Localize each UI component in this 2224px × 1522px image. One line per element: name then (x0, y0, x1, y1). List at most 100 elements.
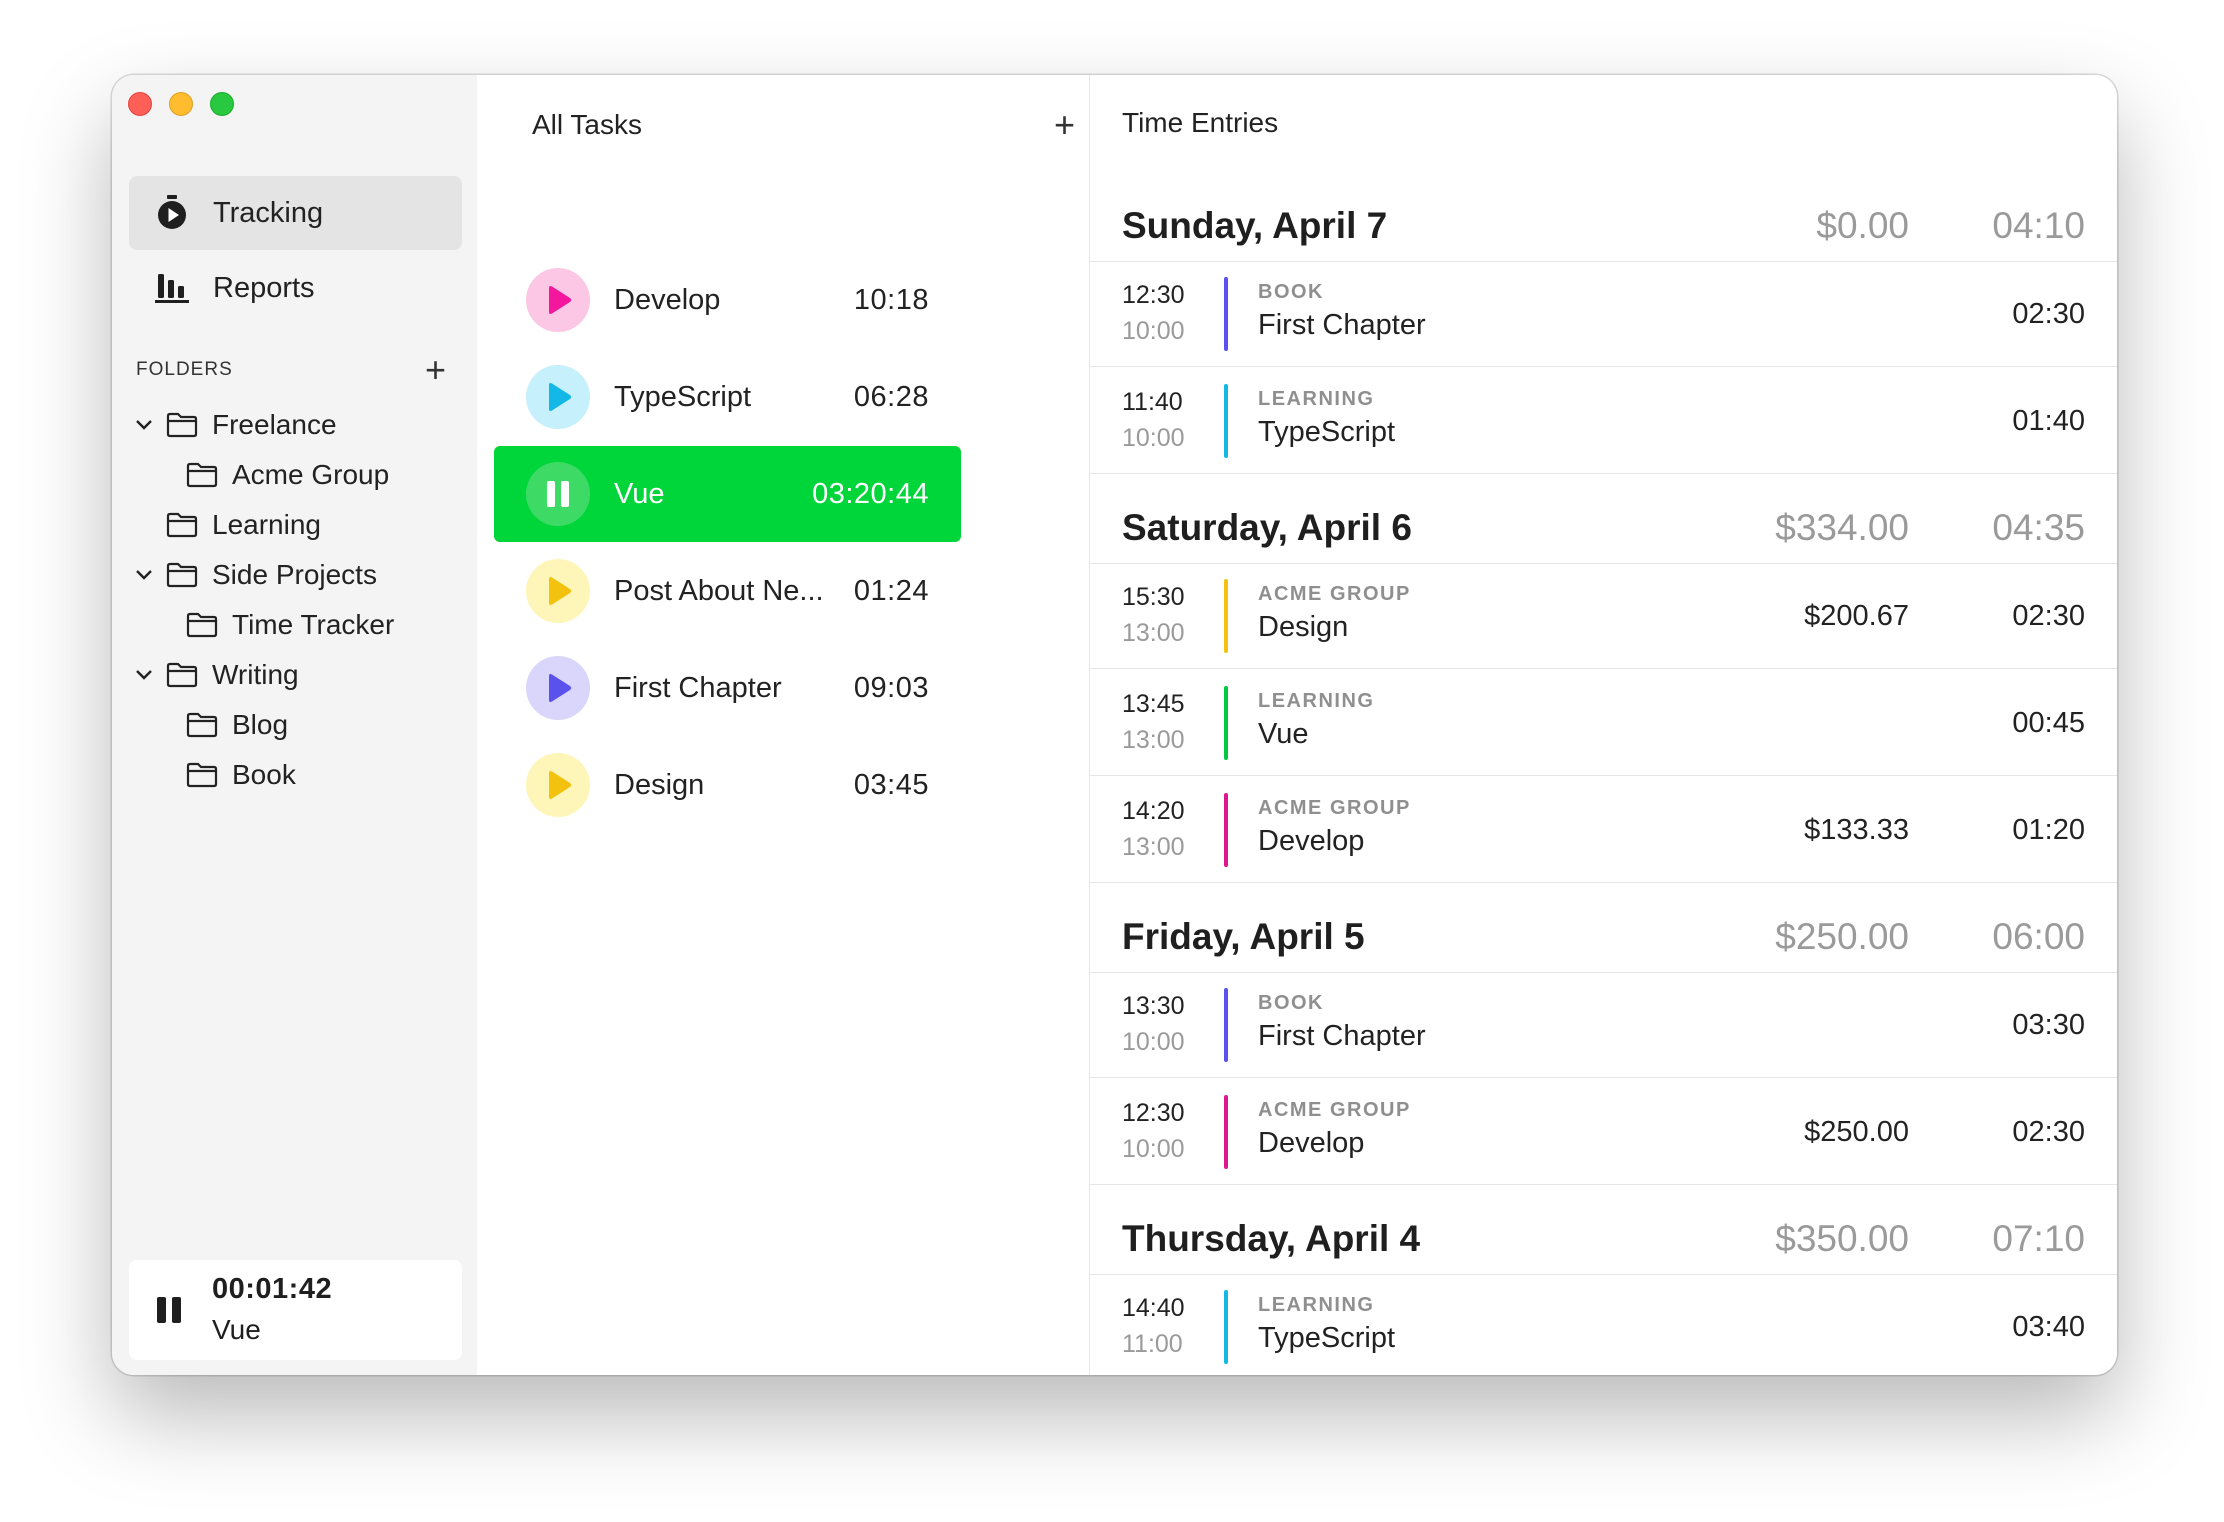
day-header: Thursday, April 4 $350.00 07:10 (1090, 1204, 2117, 1275)
folders-header: FOLDERS + (136, 350, 446, 390)
time-entry-row[interactable]: 14:20 13:00 ACME GROUP Develop $133.33 01:20 (1090, 777, 2117, 883)
app-window: Tracking Reports FOLDERS + Freelance Acm… (112, 75, 2117, 1375)
day-total: 07:10 (1992, 1218, 2085, 1259)
entry-duration: 02:30 (2012, 298, 2085, 330)
entry-task: Develop (1258, 1127, 1365, 1159)
play-icon (549, 286, 572, 314)
entry-folder: ACME GROUP (1258, 1099, 1411, 1121)
stopwatch-icon (153, 194, 191, 232)
folder-item-writing[interactable]: Writing (132, 653, 299, 697)
time-entry-row[interactable]: 14:40 11:00 LEARNING TypeScript 03:40 (1090, 1274, 2117, 1375)
folder-item-acme-group[interactable]: Acme Group (186, 453, 389, 497)
minimize-window-button[interactable] (169, 92, 193, 116)
entry-start-time: 10:00 (1122, 317, 1185, 345)
folder-icon (166, 411, 198, 439)
folder-label: Freelance (212, 409, 337, 440)
entry-duration: 00:45 (2012, 707, 2085, 739)
entry-color-bar (1224, 1095, 1228, 1169)
folder-item-learning[interactable]: Learning (166, 503, 321, 547)
folder-item-side-projects[interactable]: Side Projects (132, 553, 377, 597)
folder-label: Blog (232, 709, 289, 740)
folder-label: Side Projects (212, 559, 377, 590)
task-row[interactable]: Post About Ne... 01:24 (494, 543, 961, 639)
entry-color-bar (1224, 579, 1228, 653)
entry-color-bar (1224, 988, 1228, 1062)
entry-end-time: 13:30 (1122, 992, 1185, 1020)
mini-timer[interactable]: 00:01:42 Vue (129, 1260, 462, 1360)
time-entry-row[interactable]: 13:45 13:00 LEARNING Vue 00:45 (1090, 670, 2117, 776)
nav-item-reports[interactable]: Reports (129, 251, 462, 325)
entry-task: Vue (1258, 718, 1309, 750)
entry-folder: ACME GROUP (1258, 583, 1411, 605)
play-icon (549, 577, 572, 605)
folder-item-blog[interactable]: Blog (186, 703, 288, 747)
folder-label: Book (232, 759, 296, 790)
task-row[interactable]: Vue 03:20:44 (494, 446, 961, 542)
task-name: Post About Ne... (614, 574, 824, 607)
chevron-down-icon[interactable] (132, 663, 156, 687)
entry-folder: LEARNING (1258, 690, 1375, 712)
task-row[interactable]: First Chapter 09:03 (494, 640, 961, 736)
time-entry-row[interactable]: 12:30 10:00 BOOK First Chapter 02:30 (1090, 261, 2117, 367)
folder-label: Time Tracker (232, 609, 395, 640)
nav-item-label: Tracking (213, 196, 324, 229)
time-entry-row[interactable]: 11:40 10:00 LEARNING TypeScript 01:40 (1090, 368, 2117, 474)
entry-task: First Chapter (1258, 1020, 1426, 1052)
task-row[interactable]: TypeScript 06:28 (494, 349, 961, 445)
task-row[interactable]: Design 03:45 (494, 737, 961, 833)
play-button[interactable] (526, 559, 590, 623)
folder-item-freelance[interactable]: Freelance (132, 403, 337, 447)
time-entry-row[interactable]: 12:30 10:00 ACME GROUP Develop $250.00 02:30 (1090, 1079, 2117, 1185)
day-date: Sunday, April 7 (1122, 205, 1388, 246)
entry-task: TypeScript (1258, 1322, 1395, 1354)
sidebar: Tracking Reports FOLDERS + Freelance Acm… (112, 75, 477, 1375)
entry-duration: 02:30 (2012, 1116, 2085, 1148)
add-folder-button[interactable]: + (425, 352, 446, 388)
chevron-down-icon[interactable] (132, 413, 156, 437)
chevron-down-icon[interactable] (132, 563, 156, 587)
entry-duration: 01:40 (2012, 405, 2085, 437)
entry-amount: $200.67 (1804, 600, 1909, 632)
entry-end-time: 15:30 (1122, 583, 1185, 611)
day-amount: $0.00 (1816, 205, 1909, 246)
tasks-title: All Tasks (532, 109, 642, 140)
zoom-window-button[interactable] (210, 92, 234, 116)
task-duration: 09:03 (853, 671, 929, 704)
entry-duration: 02:30 (2012, 600, 2085, 632)
mini-timer-task: Vue (212, 1314, 261, 1345)
entry-folder: BOOK (1258, 281, 1324, 303)
entry-task: TypeScript (1258, 416, 1395, 448)
entry-start-time: 13:00 (1122, 833, 1185, 861)
day-header: Sunday, April 7 $0.00 04:10 (1090, 191, 2117, 262)
entry-color-bar (1224, 277, 1228, 351)
folder-item-book[interactable]: Book (186, 753, 296, 797)
folder-icon (186, 711, 218, 739)
close-window-button[interactable] (128, 92, 152, 116)
folder-icon (166, 511, 198, 539)
play-button[interactable] (526, 656, 590, 720)
play-button[interactable] (526, 365, 590, 429)
play-button[interactable] (526, 753, 590, 817)
folder-item-time-tracker[interactable]: Time Tracker (186, 603, 394, 647)
pause-button[interactable] (526, 462, 590, 526)
bar-chart-icon (153, 269, 191, 307)
folders-label: FOLDERS (136, 359, 233, 380)
entry-end-time: 11:40 (1122, 388, 1183, 416)
play-icon (549, 771, 572, 799)
time-entry-row[interactable]: 15:30 13:00 ACME GROUP Design $200.67 02:30 (1090, 563, 2117, 669)
time-entry-row[interactable]: 13:30 10:00 BOOK First Chapter 03:30 (1090, 972, 2117, 1078)
day-date: Thursday, April 4 (1122, 1218, 1421, 1259)
task-row[interactable]: Develop 10:18 (494, 252, 961, 348)
folder-label: Writing (212, 659, 299, 690)
task-name: Develop (614, 283, 721, 316)
window-controls (128, 92, 234, 116)
day-total: 04:10 (1992, 205, 2085, 246)
add-task-button[interactable]: + (1054, 107, 1075, 143)
play-button[interactable] (526, 268, 590, 332)
entry-duration: 03:40 (2012, 1311, 2085, 1343)
pause-icon[interactable] (155, 1296, 183, 1329)
entry-folder: ACME GROUP (1258, 797, 1411, 819)
nav-item-tracking[interactable]: Tracking (129, 176, 462, 250)
tasks-header: All Tasks + (532, 107, 1075, 143)
entry-start-time: 10:00 (1122, 1135, 1185, 1163)
